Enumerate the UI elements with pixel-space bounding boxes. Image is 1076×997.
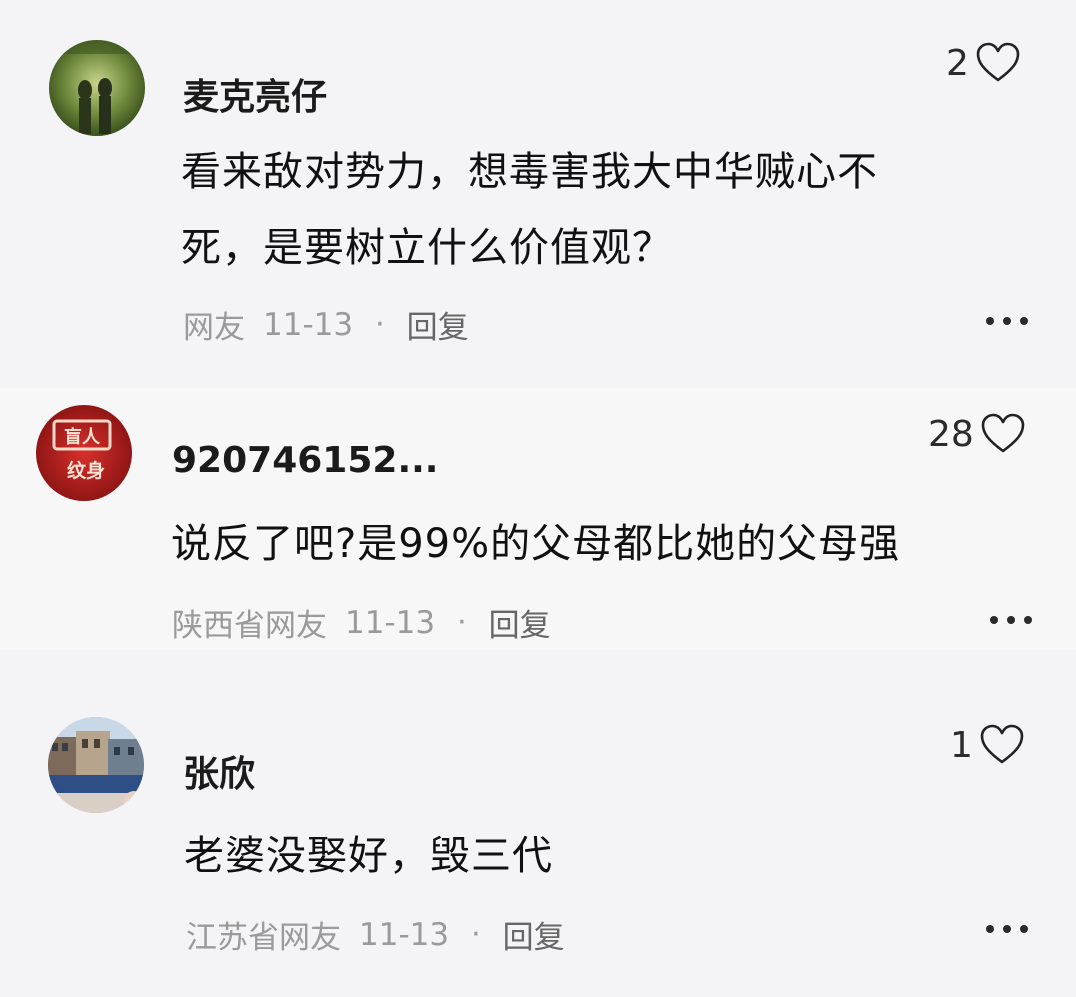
comment-item: 麦克亮仔 2 看来敌对势力，想毒害我大中华贼心不 死，是要树立什么价值观？ 网友… — [0, 0, 1076, 388]
comment-item: 张欣 1 老婆没娶好，毁三代 江苏省网友 11-13 · 回复 — [0, 650, 1076, 997]
comment-date: 11-13 — [263, 306, 354, 343]
like-button[interactable]: 2 — [946, 42, 1021, 84]
reply-button[interactable]: 回复 — [503, 912, 565, 957]
comment-meta: 陕西省网友 11-13 · 回复 — [172, 600, 551, 645]
comment-text-line: 死，是要树立什么价值观？ — [181, 225, 673, 271]
forest-silhouette-avatar-icon — [49, 40, 145, 136]
comment-date: 11-13 — [359, 916, 450, 953]
like-count: 1 — [950, 724, 973, 766]
location-label: 陕西省网友 — [172, 608, 327, 644]
user-avatar[interactable] — [48, 717, 144, 813]
username[interactable]: 麦克亮仔 — [183, 68, 327, 120]
heart-icon — [980, 724, 1024, 764]
user-avatar[interactable]: 盲人 纹身 — [36, 405, 132, 501]
heart-icon — [981, 413, 1025, 453]
comment-text: 看来敌对势力，想毒害我大中华贼心不 死，是要树立什么价值观？ — [181, 134, 878, 286]
avatar-sign-top: 盲人 — [64, 426, 101, 448]
comment-text: 说反了吧?是99%的父母都比她的父母强 — [171, 506, 900, 582]
more-options-icon[interactable] — [986, 924, 1028, 934]
meta-separator: · — [471, 917, 481, 952]
heart-icon — [976, 42, 1020, 82]
location-label: 网友 — [183, 310, 245, 346]
username[interactable]: 920746152... — [172, 440, 438, 481]
like-button[interactable]: 28 — [928, 413, 1026, 455]
more-options-icon[interactable] — [990, 615, 1032, 625]
username[interactable]: 张欣 — [183, 745, 255, 797]
comment-item: 盲人 纹身 920746152... 28 说反了吧?是99%的父母都比她的父母… — [0, 388, 1076, 650]
comment-meta: 江苏省网友 11-13 · 回复 — [186, 912, 565, 957]
comment-text: 老婆没娶好，毁三代 — [184, 818, 553, 894]
reply-button[interactable]: 回复 — [407, 302, 469, 347]
meta-separator: · — [375, 307, 385, 342]
reply-button[interactable]: 回复 — [489, 600, 551, 645]
user-avatar[interactable] — [49, 40, 145, 136]
street-photo-avatar-icon — [48, 717, 144, 813]
like-button[interactable]: 1 — [950, 724, 1025, 766]
comment-text-line: 说反了吧?是99%的父母都比她的父母强 — [171, 521, 901, 567]
comment-text-line: 看来敌对势力，想毒害我大中华贼心不 — [181, 149, 878, 195]
neon-sign-avatar-icon: 盲人 纹身 — [36, 405, 132, 501]
meta-separator: · — [457, 605, 467, 640]
location-label: 江苏省网友 — [186, 920, 341, 956]
comment-meta: 网友 11-13 · 回复 — [183, 302, 469, 347]
like-count: 2 — [946, 42, 969, 84]
more-options-icon[interactable] — [986, 316, 1028, 326]
like-count: 28 — [928, 413, 974, 455]
comment-date: 11-13 — [345, 604, 436, 641]
comment-text-line: 老婆没娶好，毁三代 — [184, 833, 553, 879]
avatar-sign-bottom: 纹身 — [67, 459, 105, 482]
